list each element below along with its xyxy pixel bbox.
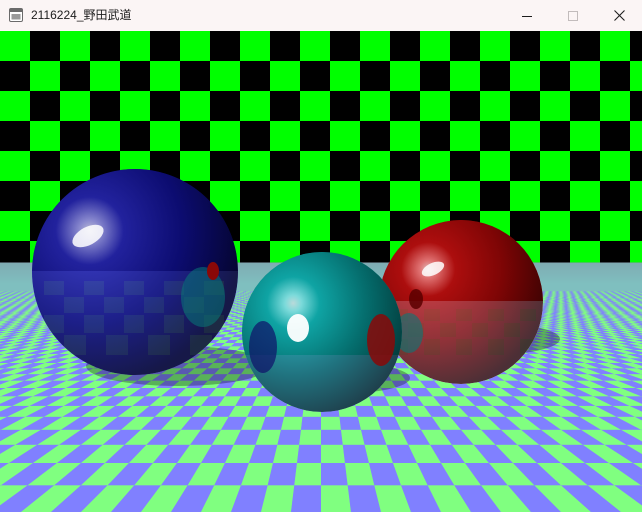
render-viewport [0,31,642,512]
maximize-button[interactable] [550,0,596,31]
minimize-icon [522,11,532,21]
minimize-button[interactable] [504,0,550,31]
close-icon [613,10,625,21]
maximize-icon [568,10,578,21]
ray-traced-scene [0,31,642,512]
close-button[interactable] [596,0,642,31]
app-window: 2116224_野田武道 [0,0,642,512]
window-title: 2116224_野田武道 [31,8,132,22]
title-bar[interactable]: 2116224_野田武道 [0,0,642,31]
